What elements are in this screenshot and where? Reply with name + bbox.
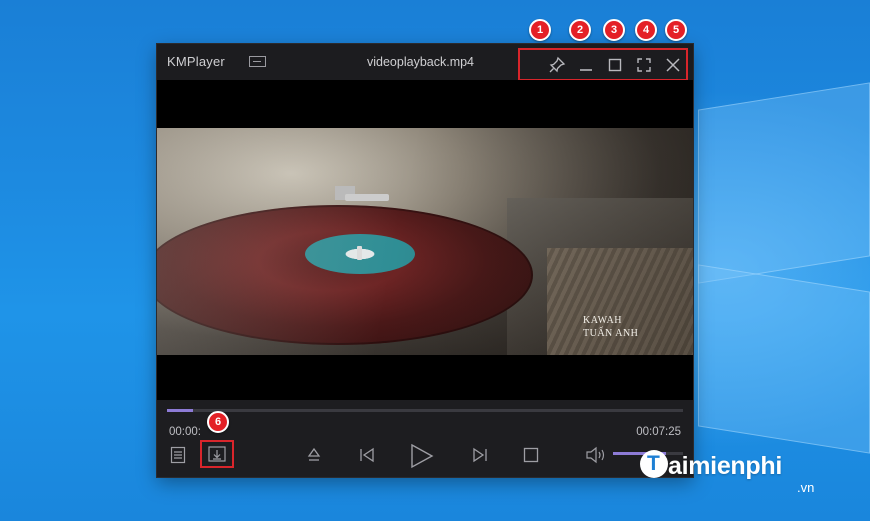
- watermark-domain: .vn: [797, 480, 815, 495]
- control-bar: 00:00: 00:07:25: [157, 400, 693, 477]
- playlist-icon[interactable]: [170, 446, 186, 464]
- fullscreen-icon[interactable]: [635, 56, 653, 74]
- callout-badge: 1: [529, 19, 551, 41]
- credit-line: TUẤN ANH: [583, 328, 639, 339]
- volume-icon[interactable]: [585, 446, 607, 464]
- total-time: 00:07:25: [636, 426, 681, 438]
- video-frame: KAWAH TUẤN ANH: [157, 128, 693, 355]
- callout-badge: 4: [635, 19, 657, 41]
- mini-mode-icon[interactable]: [249, 56, 266, 67]
- stop-icon[interactable]: [523, 447, 539, 463]
- file-name: videoplayback.mp4: [367, 55, 475, 69]
- seek-bar[interactable]: [167, 409, 683, 412]
- windows-logo-pane: [698, 82, 870, 284]
- app-name: KMPlayer: [167, 54, 225, 69]
- video-area[interactable]: KAWAH TUẤN ANH: [157, 80, 693, 400]
- window-controls-highlight: [518, 48, 688, 81]
- maximize-icon[interactable]: [606, 56, 624, 74]
- callout-badge: 5: [665, 19, 687, 41]
- kmplayer-window: KMPlayer videoplayback.mp4 KAWAH TUẤN AN…: [157, 44, 693, 477]
- title-bar[interactable]: KMPlayer videoplayback.mp4: [157, 44, 693, 81]
- credit-line: KAWAH: [583, 315, 622, 326]
- next-icon[interactable]: [471, 446, 489, 464]
- watermark-brand: aimienphi: [668, 452, 782, 480]
- watermark-logo-icon: [640, 450, 668, 478]
- eject-icon[interactable]: [306, 446, 322, 464]
- callout-badge: 2: [569, 19, 591, 41]
- callout-badge: 6: [207, 411, 229, 433]
- play-icon[interactable]: [407, 442, 435, 470]
- download-icon[interactable]: [208, 446, 226, 462]
- previous-icon[interactable]: [358, 446, 376, 464]
- windows-logo-pane: [698, 264, 870, 454]
- seek-progress: [167, 409, 193, 412]
- callout-badge: 3: [603, 19, 625, 41]
- pin-icon[interactable]: [548, 56, 566, 74]
- minimize-icon[interactable]: [577, 56, 595, 74]
- close-icon[interactable]: [664, 56, 682, 74]
- video-credits: KAWAH TUẤN ANH: [583, 314, 638, 340]
- current-time: 00:00:: [169, 426, 201, 438]
